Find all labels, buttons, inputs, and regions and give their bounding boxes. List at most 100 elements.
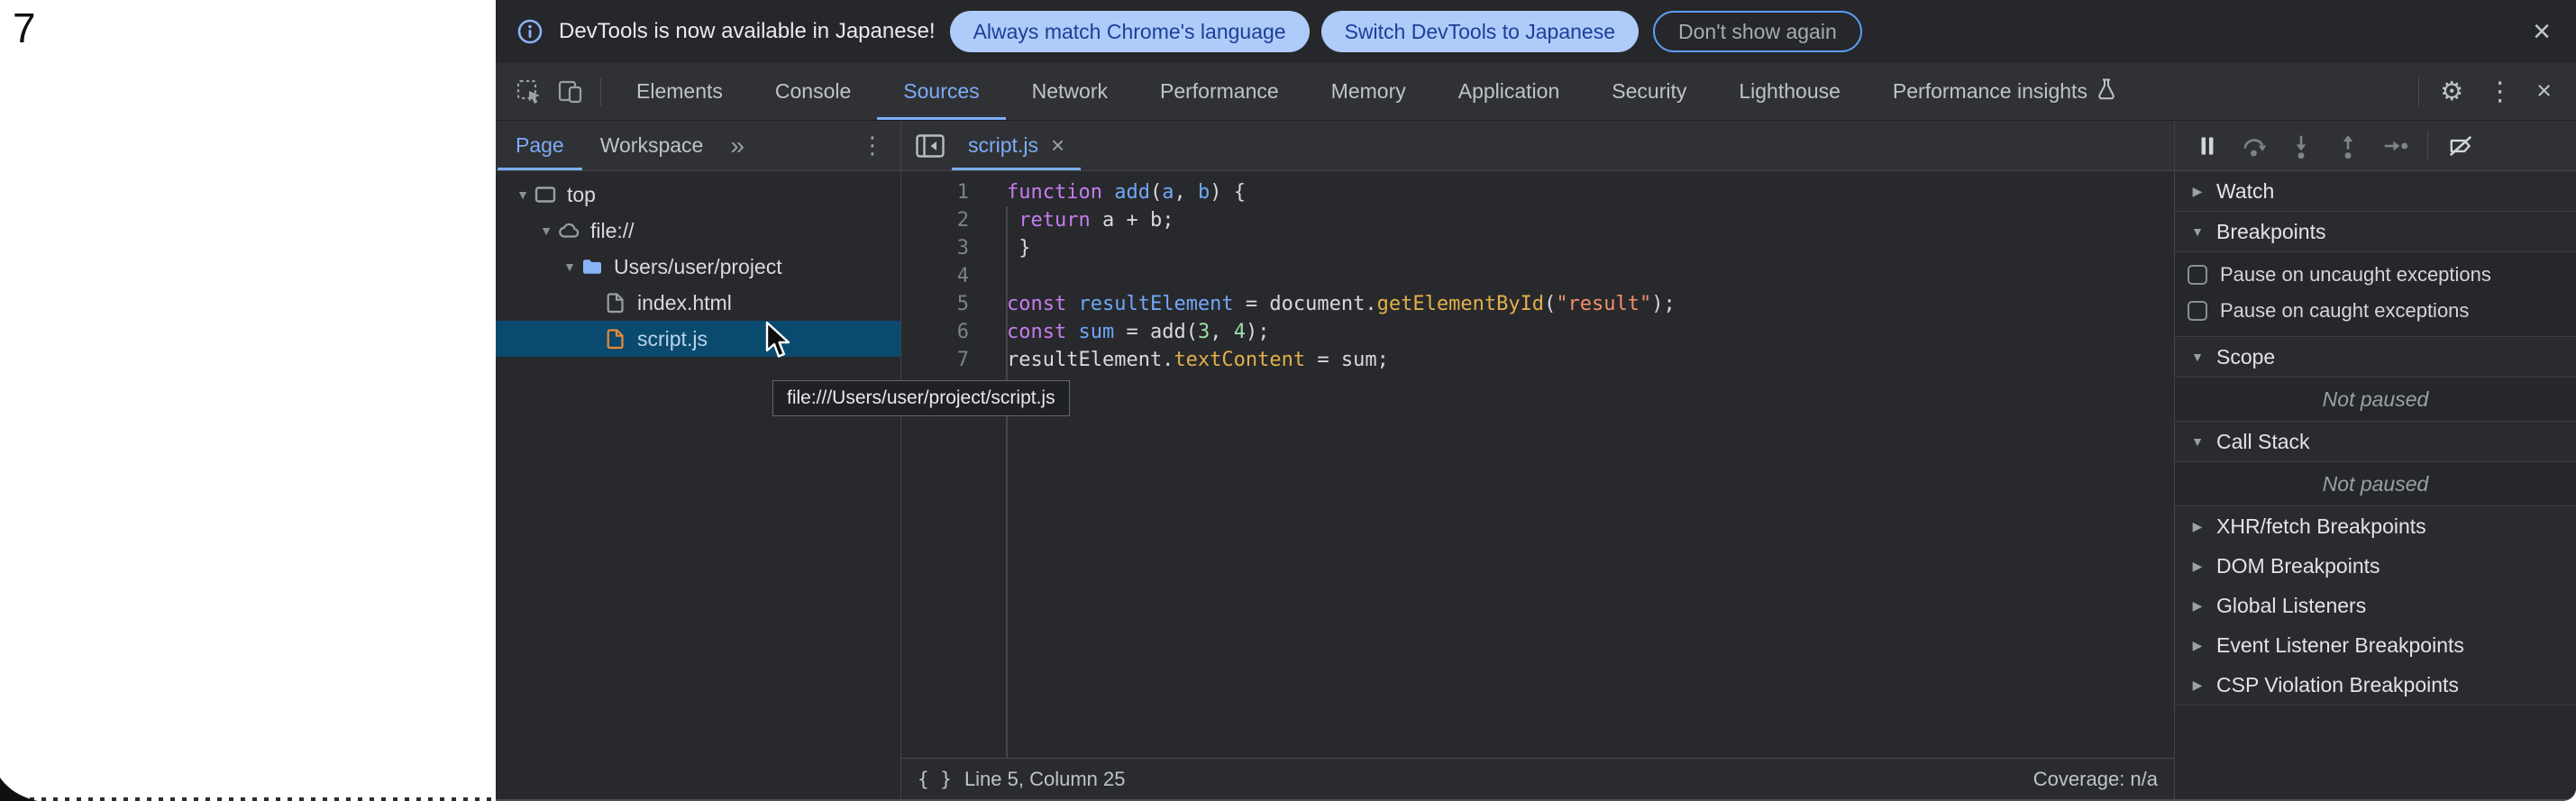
code-text: const resultElement = document.getElemen… — [1007, 293, 1676, 315]
more-options-kebab-icon[interactable]: ⋮ — [2475, 76, 2525, 107]
line-number[interactable]: 3 — [901, 237, 1007, 259]
settings-gear-icon[interactable]: ⚙ — [2428, 76, 2475, 107]
tab-sources[interactable]: Sources — [877, 63, 1005, 120]
tree-item-label: script.js — [637, 327, 708, 351]
code-text: resultElement.textContent = sum; — [1007, 349, 1389, 371]
section-breakpoints[interactable]: ▼Breakpoints — [2175, 211, 2576, 251]
line-number[interactable]: 2 — [901, 209, 1007, 232]
toolbar-separator — [2418, 77, 2419, 106]
section-event-listener-breakpoints[interactable]: ▶Event Listener Breakpoints — [2175, 625, 2576, 665]
more-tabs-chevron-icon[interactable]: » — [721, 132, 754, 160]
toolbar-separator — [600, 77, 601, 106]
deactivate-breakpoints-icon[interactable] — [2437, 125, 2484, 167]
step-into-icon[interactable] — [2278, 125, 2325, 167]
debugger-toolbar — [2175, 121, 2576, 171]
line-number[interactable]: 1 — [901, 181, 1007, 204]
tab-elements[interactable]: Elements — [610, 63, 749, 120]
line-number[interactable]: 6 — [901, 321, 1007, 343]
step-over-icon[interactable] — [2231, 125, 2278, 167]
editor-tab-label: script.js — [968, 133, 1038, 158]
section-label: Watch — [2216, 179, 2274, 204]
code-lines: 1function add(a, b) {2 return a + b;3 }4… — [901, 178, 2174, 374]
infobar-button-switch-devtools-to-japanese[interactable]: Switch DevTools to Japanese — [1321, 11, 1639, 52]
tab-network[interactable]: Network — [1006, 63, 1134, 120]
tab-lighthouse[interactable]: Lighthouse — [1713, 63, 1867, 120]
tab-label: Performance — [1160, 79, 1279, 104]
code-line: 1function add(a, b) { — [901, 178, 2174, 206]
tree-caret-icon[interactable]: ▼ — [512, 187, 534, 202]
infobar-button-always-match-chrome-s-language[interactable]: Always match Chrome's language — [950, 11, 1310, 52]
section-label: DOM Breakpoints — [2216, 554, 2380, 578]
editor-statusbar: { } Line 5, Column 25 Coverage: n/a — [901, 758, 2174, 799]
step-out-icon[interactable] — [2325, 125, 2371, 167]
infobar-close-icon[interactable]: × — [2527, 16, 2556, 47]
dashed-edge — [18, 797, 496, 801]
tree-caret-icon[interactable]: ▼ — [535, 223, 557, 238]
hide-navigator-icon[interactable] — [909, 121, 952, 170]
pause-icon[interactable] — [2184, 125, 2231, 167]
page-margin: 7 — [0, 0, 496, 801]
inspect-element-icon[interactable] — [508, 71, 550, 113]
pretty-print-icon[interactable]: { } — [918, 769, 952, 790]
tree-item-file[interactable]: ▼file:// — [496, 213, 900, 249]
code-editor[interactable]: 1function add(a, b) {2 return a + b;3 }4… — [901, 171, 2174, 758]
infobar-message: DevTools is now available in Japanese! — [559, 19, 936, 44]
tab-console[interactable]: Console — [749, 63, 877, 120]
line-number[interactable]: 5 — [901, 293, 1007, 315]
tree-item-script-js[interactable]: script.js — [496, 321, 900, 357]
code-text: } — [1007, 237, 1031, 259]
navigator-kebab-icon[interactable]: ⋮ — [845, 132, 900, 159]
info-icon — [516, 11, 544, 52]
section-caret-icon: ▶ — [2189, 519, 2206, 534]
line-number[interactable]: 7 — [901, 349, 1007, 371]
tab-label: Lighthouse — [1739, 79, 1841, 104]
line-number[interactable]: 4 — [901, 265, 1007, 287]
breakpoints-content: Pause on uncaught exceptions Pause on cau… — [2175, 251, 2576, 336]
editor-tab-script-js[interactable]: script.js × — [952, 121, 1081, 170]
navigator-tab-page[interactable]: Page — [498, 121, 582, 170]
margin-label: 7 — [13, 4, 36, 52]
section-label: Global Listeners — [2216, 594, 2366, 618]
tab-label: Sources — [903, 79, 979, 104]
tab-memory[interactable]: Memory — [1305, 63, 1432, 120]
tab-performance[interactable]: Performance — [1134, 63, 1305, 120]
section-xhr-fetch-breakpoints[interactable]: ▶XHR/fetch Breakpoints — [2175, 505, 2576, 546]
dont-show-again-button[interactable]: Don't show again — [1653, 11, 1862, 52]
checkbox-label: Pause on uncaught exceptions — [2220, 263, 2491, 287]
devtools-close-icon[interactable]: × — [2525, 77, 2563, 106]
tab-security[interactable]: Security — [1585, 63, 1713, 120]
checkbox-row-pause-on-caught-exceptions[interactable]: Pause on caught exceptions — [2175, 293, 2576, 329]
mouse-cursor — [764, 321, 797, 360]
tree-item-index-html[interactable]: index.html — [496, 285, 900, 321]
cloud-icon — [557, 219, 580, 242]
section-csp-violation-breakpoints[interactable]: ▶CSP Violation Breakpoints — [2175, 665, 2576, 705]
not-paused-text: Not paused — [2175, 461, 2576, 505]
navigator-tab-workspace[interactable]: Workspace — [582, 121, 722, 170]
debugger-pane: ▶Watch▼BreakpointsPause on uncaught exce… — [2175, 121, 2576, 799]
section-call-stack[interactable]: ▼Call Stack — [2175, 421, 2576, 461]
device-toolbar-icon[interactable] — [550, 71, 591, 113]
section-global-listeners[interactable]: ▶Global Listeners — [2175, 586, 2576, 625]
section-dom-breakpoints[interactable]: ▶DOM Breakpoints — [2175, 546, 2576, 586]
coverage-text: Coverage: n/a — [2033, 768, 2158, 791]
tree-item-top[interactable]: ▼top — [496, 177, 900, 213]
code-line: 5const resultElement = document.getEleme… — [901, 290, 2174, 318]
section-scope[interactable]: ▼Scope — [2175, 336, 2576, 377]
tab-application[interactable]: Application — [1432, 63, 1586, 120]
navigator-pane: PageWorkspace » ⋮ ▼top▼file://▼Users/use… — [496, 121, 901, 799]
editor-tab-close-icon[interactable]: × — [1051, 132, 1064, 159]
checkbox-pause-on-caught-exceptions[interactable] — [2188, 301, 2207, 321]
checkbox-pause-on-uncaught-exceptions[interactable] — [2188, 265, 2207, 285]
tab-performance-insights[interactable]: Performance insights — [1867, 63, 2142, 120]
section-label: Event Listener Breakpoints — [2216, 633, 2464, 658]
step-icon[interactable] — [2371, 125, 2418, 167]
section-watch[interactable]: ▶Watch — [2175, 171, 2576, 211]
code-line: 6const sum = add(3, 4); — [901, 318, 2174, 346]
folder-icon — [580, 255, 604, 278]
tree-caret-icon[interactable]: ▼ — [559, 259, 580, 274]
editor-tabstrip: script.js × — [901, 121, 2174, 171]
checkbox-row-pause-on-uncaught-exceptions[interactable]: Pause on uncaught exceptions — [2175, 257, 2576, 293]
sections-end-filler — [2175, 705, 2576, 799]
tree-item-users-user-project[interactable]: ▼Users/user/project — [496, 249, 900, 285]
sources-panel: PageWorkspace » ⋮ ▼top▼file://▼Users/use… — [496, 121, 2576, 799]
